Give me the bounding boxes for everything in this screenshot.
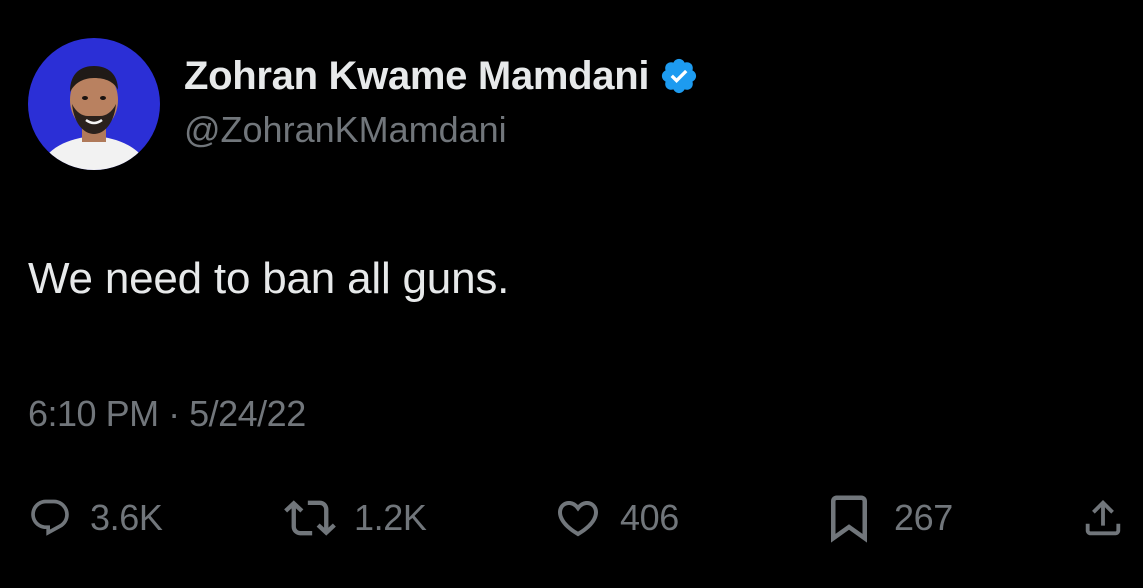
bookmark-button[interactable]: 267 (822, 486, 953, 550)
reply-button[interactable]: 3.6K (28, 486, 163, 550)
repost-icon (284, 492, 336, 544)
author-handle[interactable]: @ZohranKMamdani (184, 108, 507, 152)
avatar[interactable] (28, 38, 160, 170)
meta-separator: · (168, 393, 180, 434)
tweet-card: Zohran Kwame Mamdani @ZohranKMamdani We … (0, 0, 1143, 588)
like-count: 406 (620, 497, 679, 538)
bookmark-icon (822, 491, 876, 545)
verified-badge-icon[interactable] (659, 56, 699, 96)
author-display-name[interactable]: Zohran Kwame Mamdani (184, 52, 650, 100)
reply-icon (28, 496, 72, 540)
heart-icon (554, 494, 602, 542)
reply-count: 3.6K (90, 497, 163, 538)
share-button[interactable] (1080, 486, 1126, 550)
tweet-text: We need to ban all guns. (28, 254, 510, 303)
share-icon (1080, 495, 1126, 541)
tweet-time[interactable]: 6:10 PM (28, 393, 159, 434)
tweet-actions-bar: 3.6K 1.2K 406 267 (0, 486, 1143, 550)
bookmark-count: 267 (894, 497, 953, 538)
repost-count: 1.2K (354, 497, 427, 538)
repost-button[interactable]: 1.2K (284, 486, 427, 550)
tweet-date[interactable]: 5/24/22 (189, 393, 306, 434)
author-name-row[interactable]: Zohran Kwame Mamdani (184, 52, 699, 100)
avatar-image (28, 38, 160, 170)
like-button[interactable]: 406 (554, 486, 679, 550)
tweet-timestamp: 6:10 PM · 5/24/22 (28, 392, 306, 436)
